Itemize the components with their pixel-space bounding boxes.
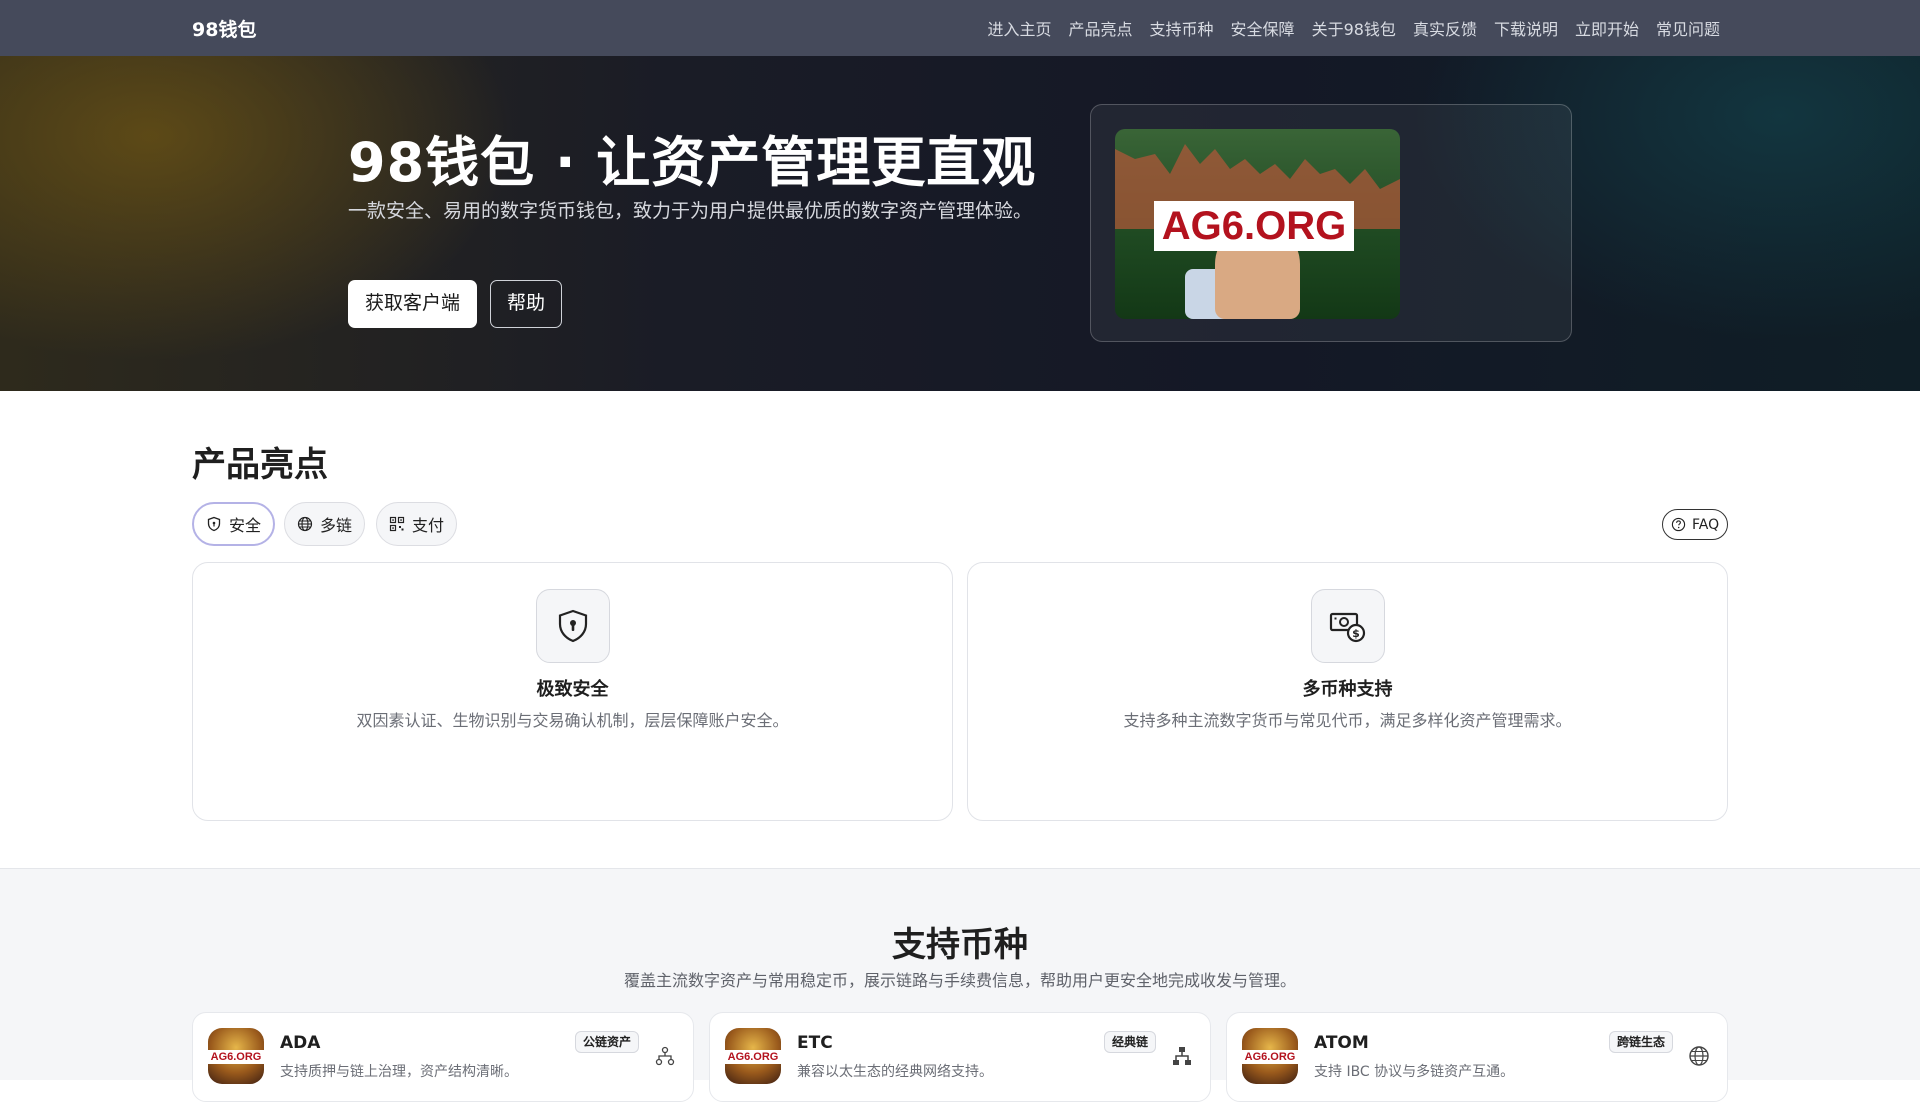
help-button[interactable]: 帮助 [490, 280, 563, 328]
nav-link-features[interactable]: 产品亮点 [1069, 16, 1133, 40]
coin-card-etc[interactable]: AG6.ORG ETC 兼容以太生态的经典网络支持。 经典链 [709, 1012, 1211, 1102]
coin-badge: 跨链生态 [1608, 1031, 1673, 1053]
coins-title: 支持币种 [892, 925, 1028, 965]
coin-logo: AG6.ORG [208, 1028, 264, 1084]
coin-badge: 公链资产 [574, 1031, 639, 1053]
feature-icon-box [536, 589, 610, 663]
svg-text:$: $ [1352, 627, 1360, 640]
qr-icon [389, 516, 405, 532]
tab-payment-label: 支付 [412, 516, 445, 535]
nav-link-faq[interactable]: 常见问题 [1656, 16, 1720, 40]
cash-coin-icon: $ [1329, 612, 1366, 643]
hero-subtitle: 一款安全、易用的数字货币钱包，致力于为用户提供最优质的数字资产管理体验。 [348, 200, 1033, 222]
coin-card-atom[interactable]: AG6.ORG ATOM 支持 IBC 协议与多链资产互通。 跨链生态 [1226, 1012, 1728, 1102]
hero-image: AG6.ORG [1115, 129, 1400, 319]
tab-payment[interactable]: 支付 [376, 502, 458, 546]
shield-icon [207, 516, 221, 532]
hero-image-card: AG6.ORG [1090, 104, 1572, 342]
shield-lock-icon [558, 609, 588, 643]
hero-title: 98钱包 · 让资产管理更直观 [348, 131, 1037, 194]
get-client-button[interactable]: 获取客户端 [348, 280, 478, 328]
coin-logo-text: AG6.ORG [727, 1051, 779, 1063]
tab-multichain-label: 多链 [320, 516, 353, 535]
faq-button[interactable]: FAQ [1662, 509, 1729, 540]
diagram-icon [655, 1046, 675, 1066]
question-circle-icon [1671, 517, 1686, 532]
coin-logo-text: AG6.ORG [210, 1051, 262, 1063]
nav-links: 进入主页 产品亮点 支持币种 安全保障 关于98钱包 真实反馈 下载说明 立即开… [988, 0, 1721, 56]
top-navbar: 98钱包 进入主页 产品亮点 支持币种 安全保障 关于98钱包 真实反馈 下载说… [0, 0, 1920, 56]
coin-desc: 支持 IBC 协议与多链资产互通。 [1314, 1064, 1515, 1080]
feature-desc: 双因素认证、生物识别与交易确认机制，层层保障账户安全。 [356, 711, 789, 730]
coin-name: ADA [280, 1033, 321, 1053]
coin-desc: 兼容以太生态的经典网络支持。 [797, 1064, 993, 1080]
coin-logo: AG6.ORG [1242, 1028, 1298, 1084]
nav-link-home[interactable]: 进入主页 [988, 16, 1052, 40]
faq-label: FAQ [1692, 516, 1720, 533]
nav-link-feedback[interactable]: 真实反馈 [1413, 16, 1477, 40]
nav-link-coins[interactable]: 支持币种 [1150, 16, 1214, 40]
features-title: 产品亮点 [192, 445, 328, 485]
coin-name: ATOM [1314, 1033, 1369, 1053]
feature-card-security: 极致安全 双因素认证、生物识别与交易确认机制，层层保障账户安全。 [192, 562, 953, 821]
network-icon [1173, 1047, 1191, 1065]
hero-section: 98钱包 · 让资产管理更直观 一款安全、易用的数字货币钱包，致力于为用户提供最… [0, 56, 1920, 391]
coin-logo: AG6.ORG [725, 1028, 781, 1084]
tab-security[interactable]: 安全 [192, 502, 276, 546]
feature-title: 多币种支持 [1302, 679, 1393, 700]
image-logo-text: AG6.ORG [1161, 203, 1347, 248]
feature-title: 极致安全 [536, 679, 609, 700]
coin-desc: 支持质押与链上治理，资产结构清晰。 [280, 1064, 518, 1080]
nav-link-start[interactable]: 立即开始 [1575, 16, 1639, 40]
coin-badge: 经典链 [1103, 1031, 1156, 1053]
feature-icon-box: $ [1311, 589, 1385, 663]
feature-card-multicoin: $ 多币种支持 支持多种主流数字货币与常见代币，满足多样化资产管理需求。 [967, 562, 1728, 821]
coin-name: ETC [797, 1033, 833, 1053]
globe-icon [297, 516, 313, 532]
brand-logo[interactable]: 98钱包 [192, 15, 256, 42]
tab-security-label: 安全 [229, 516, 262, 535]
coins-subtitle: 覆盖主流数字资产与常用稳定币，展示链路与手续费信息，帮助用户更安全地完成收发与管… [623, 971, 1296, 990]
coin-logo-text: AG6.ORG [1244, 1051, 1296, 1063]
globe-icon [1689, 1046, 1709, 1066]
image-logo-box: AG6.ORG [1154, 201, 1354, 251]
tab-multichain[interactable]: 多链 [284, 502, 366, 546]
coin-card-ada[interactable]: AG6.ORG ADA 支持质押与链上治理，资产结构清晰。 公链资产 [192, 1012, 694, 1102]
feature-desc: 支持多种主流数字货币与常见代币，满足多样化资产管理需求。 [1123, 711, 1572, 730]
nav-link-download[interactable]: 下载说明 [1494, 16, 1558, 40]
nav-link-about[interactable]: 关于98钱包 [1312, 16, 1396, 40]
nav-link-security[interactable]: 安全保障 [1231, 16, 1295, 40]
